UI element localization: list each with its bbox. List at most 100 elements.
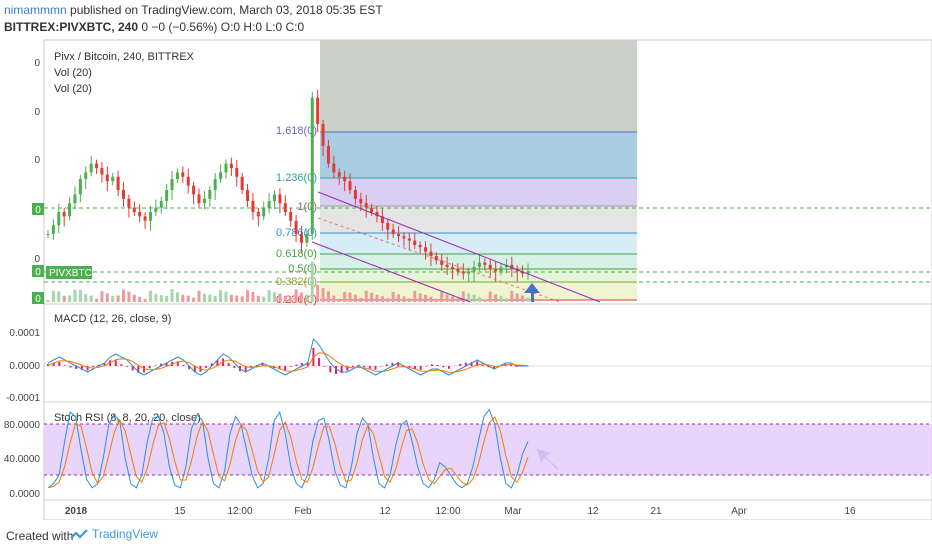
candle-body bbox=[132, 207, 136, 212]
legend-title: Pivx / Bitcoin, 240, BITTREX bbox=[54, 51, 195, 63]
volume-bar bbox=[235, 295, 239, 302]
volume-bar bbox=[477, 296, 481, 302]
tradingview-logo-icon bbox=[70, 529, 88, 539]
volume-bar bbox=[170, 289, 174, 302]
candle-body bbox=[348, 181, 352, 190]
fib-zone-1618 bbox=[320, 132, 637, 178]
candle-body bbox=[235, 168, 239, 177]
candle-body bbox=[445, 264, 449, 267]
candle-body bbox=[89, 163, 93, 173]
candle-body bbox=[208, 190, 212, 199]
candle-body bbox=[175, 172, 179, 179]
volume-bar bbox=[326, 291, 330, 302]
candle-body bbox=[310, 97, 314, 234]
pivxbtc-label: PIVXBTC bbox=[49, 268, 92, 279]
volume-bar bbox=[375, 294, 379, 302]
volume-bar bbox=[95, 298, 99, 302]
candle-body bbox=[391, 229, 395, 234]
volume-bar bbox=[273, 292, 277, 302]
candle-body bbox=[262, 207, 266, 217]
price-y-tick-4: 0 bbox=[34, 254, 40, 265]
volume-bar bbox=[100, 291, 104, 302]
candle-body bbox=[456, 269, 460, 272]
volume-bar bbox=[456, 298, 460, 302]
fib-label: 0.618(0) bbox=[276, 248, 317, 260]
volume-bar bbox=[68, 295, 72, 302]
candle-body bbox=[299, 234, 303, 243]
volume-bar bbox=[364, 290, 368, 302]
candle-body bbox=[84, 172, 88, 179]
fib-zone-05 bbox=[320, 269, 637, 282]
candle-body bbox=[170, 179, 174, 190]
candle-body bbox=[472, 267, 476, 272]
volume-bar bbox=[192, 297, 196, 302]
volume-bar bbox=[440, 291, 444, 302]
candle-body bbox=[213, 179, 217, 190]
stoch-band bbox=[44, 424, 932, 475]
volume-bar bbox=[219, 290, 223, 302]
volume-bar bbox=[515, 293, 519, 302]
volume-bar bbox=[175, 292, 179, 302]
candle-body bbox=[337, 172, 341, 177]
volume-bar bbox=[343, 291, 347, 302]
candle-body bbox=[127, 198, 131, 208]
candle-body bbox=[46, 234, 50, 235]
candle-body bbox=[186, 176, 190, 186]
volume-bar bbox=[370, 292, 374, 302]
footer: Created with TradingView bbox=[0, 520, 932, 550]
volume-bar bbox=[380, 296, 384, 302]
candle-body bbox=[364, 203, 368, 208]
candle-body bbox=[105, 174, 109, 182]
candle-body bbox=[181, 172, 185, 177]
volume-bar bbox=[299, 292, 303, 302]
candle-body bbox=[359, 198, 363, 204]
volume-bar bbox=[262, 296, 266, 302]
volume-bar bbox=[450, 296, 454, 302]
volume-bar bbox=[267, 290, 271, 302]
candle-body bbox=[122, 190, 126, 199]
volume-bar bbox=[526, 297, 530, 302]
candle-body bbox=[68, 203, 72, 217]
fib-zone-1236 bbox=[320, 178, 637, 206]
volume-bar bbox=[332, 295, 336, 302]
macd-y-tick-2: 0.0000 bbox=[9, 361, 40, 372]
volume-bar bbox=[181, 294, 185, 302]
time-axis-tick: 12 bbox=[379, 506, 391, 517]
volume-bar bbox=[348, 292, 352, 302]
volume-bar bbox=[310, 261, 314, 302]
candle-body bbox=[494, 269, 498, 272]
candle-body bbox=[219, 172, 223, 179]
volume-bar bbox=[294, 289, 298, 302]
volume-bar bbox=[488, 291, 492, 302]
candle-body bbox=[332, 163, 336, 173]
candle-body bbox=[240, 176, 244, 190]
candle-body bbox=[224, 163, 228, 173]
candle-body bbox=[273, 194, 277, 201]
volume-bar bbox=[504, 298, 508, 302]
volume-bar bbox=[256, 295, 260, 302]
volume-bar bbox=[521, 295, 525, 302]
time-axis-tick: Mar bbox=[504, 506, 522, 517]
volume-bar bbox=[62, 295, 66, 302]
volume-bar bbox=[89, 295, 93, 302]
volume-bar bbox=[165, 296, 169, 302]
candle-body bbox=[148, 212, 152, 221]
time-axis-tick: 15 bbox=[174, 506, 186, 517]
candle-body bbox=[289, 212, 293, 221]
chart-canvas[interactable]: 1.618(0)1.236(0)1(0)0.786(0)0.618(0)0.5(… bbox=[0, 0, 932, 520]
candle-body bbox=[294, 220, 298, 234]
tradingview-link[interactable]: TradingView bbox=[70, 527, 158, 541]
candle-body bbox=[370, 207, 374, 212]
candle-body bbox=[202, 198, 206, 204]
candle-body bbox=[154, 207, 158, 212]
volume-bar bbox=[186, 295, 190, 302]
volume-bar bbox=[154, 293, 158, 302]
volume-bar bbox=[197, 290, 201, 302]
time-axis-tick: Apr bbox=[731, 506, 747, 517]
candle-body bbox=[256, 212, 260, 217]
time-axis-tick: Feb bbox=[294, 506, 312, 517]
candle-body bbox=[418, 245, 422, 248]
volume-bar bbox=[413, 290, 417, 302]
volume-bar bbox=[240, 296, 244, 302]
candle-body bbox=[321, 124, 325, 146]
